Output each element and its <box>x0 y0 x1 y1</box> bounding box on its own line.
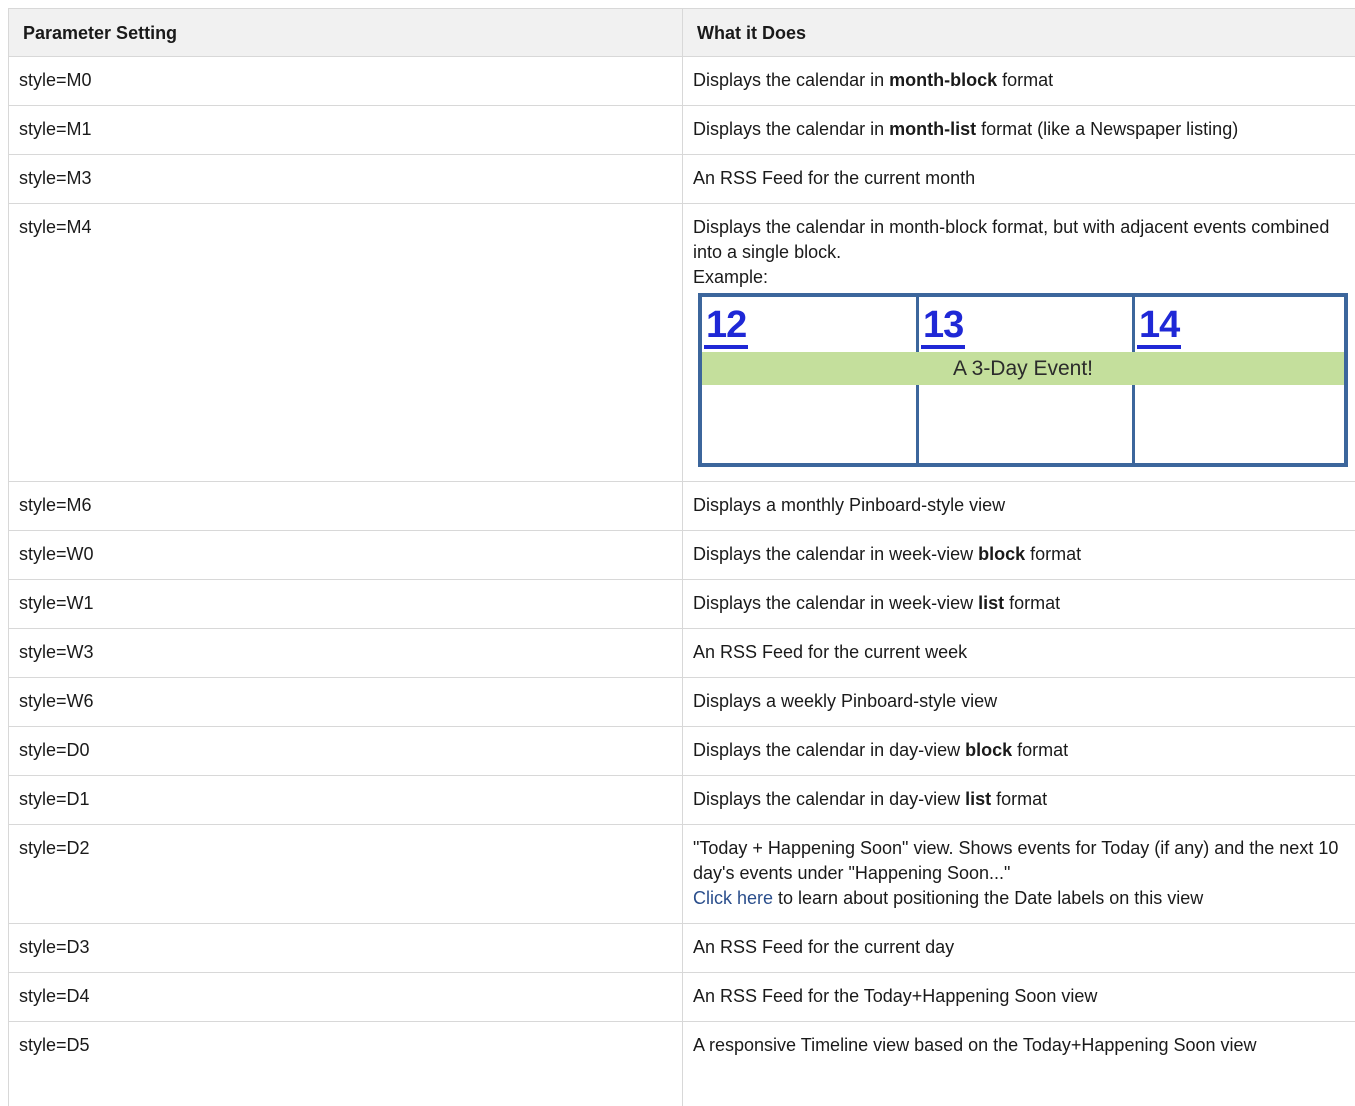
table-row: style=W0 Displays the calendar in week-v… <box>9 531 1355 580</box>
desc-cell: Displays the calendar in day-view block … <box>683 727 1355 776</box>
desc-cell: Displays the calendar in day-view list f… <box>683 776 1355 825</box>
table-row: style=D2 "Today + Happening Soon" view. … <box>9 825 1355 924</box>
calendar-day-number[interactable]: 12 <box>704 305 748 349</box>
param-cell: style=M3 <box>9 155 683 204</box>
calendar-event-block[interactable]: A 3-Day Event! <box>702 352 1344 385</box>
table-row: style=D0 Displays the calendar in day-vi… <box>9 727 1355 776</box>
param-cell: style=W1 <box>9 580 683 629</box>
param-cell: style=W3 <box>9 629 683 678</box>
table-row: style=M3 An RSS Feed for the current mon… <box>9 155 1355 204</box>
desc-cell: Displays the calendar in month-list form… <box>683 106 1355 155</box>
header-parameter-setting: Parameter Setting <box>9 9 683 57</box>
desc-cell: An RSS Feed for the current day <box>683 924 1355 973</box>
param-cell: style=D3 <box>9 924 683 973</box>
desc-cell: An RSS Feed for the Today+Happening Soon… <box>683 973 1355 1022</box>
table-row: style=D5 A responsive Timeline view base… <box>9 1022 1355 1106</box>
param-cell: style=M6 <box>9 482 683 531</box>
param-cell: style=D5 <box>9 1022 683 1106</box>
desc-cell: Displays the calendar in week-view block… <box>683 531 1355 580</box>
table-row: style=D4 An RSS Feed for the Today+Happe… <box>9 973 1355 1022</box>
click-here-link[interactable]: Click here <box>693 888 773 908</box>
param-cell: style=M4 <box>9 204 683 482</box>
calendar-day-number[interactable]: 13 <box>921 305 965 349</box>
table-header-row: Parameter Setting What it Does <box>9 9 1355 57</box>
param-cell: style=D1 <box>9 776 683 825</box>
table-row: style=W1 Displays the calendar in week-v… <box>9 580 1355 629</box>
table-row: style=M0 Displays the calendar in month-… <box>9 57 1355 106</box>
parameter-table: Parameter Setting What it Does style=M0 … <box>8 8 1355 1106</box>
table-row: style=M1 Displays the calendar in month-… <box>9 106 1355 155</box>
param-cell: style=M0 <box>9 57 683 106</box>
table-row: style=W6 Displays a weekly Pinboard-styl… <box>9 678 1355 727</box>
desc-text: "Today + Happening Soon" view. Shows eve… <box>693 836 1345 886</box>
desc-cell: "Today + Happening Soon" view. Shows eve… <box>683 825 1355 924</box>
param-cell: style=W0 <box>9 531 683 580</box>
desc-cell: Displays a weekly Pinboard-style view <box>683 678 1355 727</box>
desc-cell: Displays the calendar in month-block for… <box>683 57 1355 106</box>
desc-cell: A responsive Timeline view based on the … <box>683 1022 1355 1106</box>
calendar-day-number[interactable]: 14 <box>1137 305 1181 349</box>
table-row: style=D3 An RSS Feed for the current day <box>9 924 1355 973</box>
example-label: Example: <box>693 265 1345 290</box>
desc-cell: An RSS Feed for the current month <box>683 155 1355 204</box>
table-row: style=M6 Displays a monthly Pinboard-sty… <box>9 482 1355 531</box>
desc-cell: Displays the calendar in week-view list … <box>683 580 1355 629</box>
desc-text: Displays the calendar in month-block for… <box>693 215 1345 265</box>
param-cell: style=D2 <box>9 825 683 924</box>
header-what-it-does: What it Does <box>683 9 1355 57</box>
param-cell: style=D4 <box>9 973 683 1022</box>
example-calendar: 12 13 14 A 3-Day Event! <box>698 293 1348 467</box>
desc-link-line: Click here to learn about positioning th… <box>693 886 1345 911</box>
desc-cell: An RSS Feed for the current week <box>683 629 1355 678</box>
table-row: style=M4 Displays the calendar in month-… <box>9 204 1355 482</box>
desc-cell: Displays a monthly Pinboard-style view <box>683 482 1355 531</box>
param-cell: style=M1 <box>9 106 683 155</box>
desc-cell: Displays the calendar in month-block for… <box>683 204 1355 482</box>
table-row: style=D1 Displays the calendar in day-vi… <box>9 776 1355 825</box>
table-row: style=W3 An RSS Feed for the current wee… <box>9 629 1355 678</box>
param-cell: style=W6 <box>9 678 683 727</box>
param-cell: style=D0 <box>9 727 683 776</box>
